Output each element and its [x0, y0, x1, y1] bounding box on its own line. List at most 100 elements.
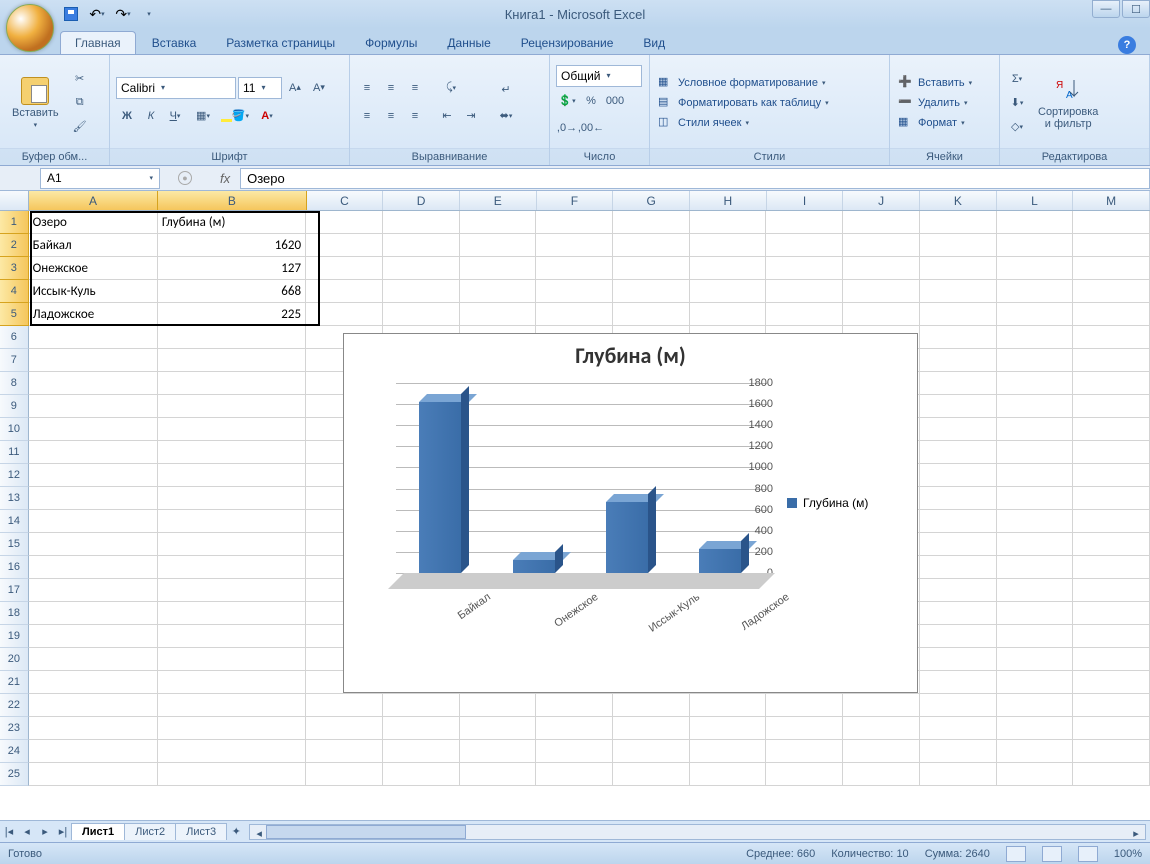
align-bottom-button[interactable]: ≡ [404, 77, 426, 99]
cell-E1[interactable] [460, 211, 537, 234]
new-sheet-button[interactable]: ✦ [227, 823, 245, 841]
cell-J2[interactable] [843, 234, 920, 257]
cell-A19[interactable] [29, 625, 158, 648]
cell-styles-button[interactable]: ◫Стили ячеек ▾ [656, 114, 831, 132]
cell-K8[interactable] [920, 372, 997, 395]
cell-B11[interactable] [158, 441, 306, 464]
cell-B14[interactable] [158, 510, 306, 533]
cell-A9[interactable] [29, 395, 158, 418]
cell-D23[interactable] [383, 717, 460, 740]
col-header-H[interactable]: H [690, 191, 767, 210]
cell-K10[interactable] [920, 418, 997, 441]
cell-A6[interactable] [29, 326, 158, 349]
cell-B22[interactable] [158, 694, 306, 717]
cell-F23[interactable] [536, 717, 613, 740]
merge-button[interactable]: ⬌▾ [492, 105, 520, 127]
cell-E22[interactable] [460, 694, 537, 717]
increase-font-button[interactable]: A▴ [284, 77, 306, 99]
cell-L5[interactable] [997, 303, 1074, 326]
cell-G4[interactable] [613, 280, 690, 303]
formula-bar[interactable]: Озеро [240, 168, 1150, 189]
cell-G25[interactable] [613, 763, 690, 786]
cell-M20[interactable] [1073, 648, 1150, 671]
align-middle-button[interactable]: ≡ [380, 77, 402, 99]
cell-C22[interactable] [306, 694, 383, 717]
align-top-button[interactable]: ≡ [356, 77, 378, 99]
row-header-15[interactable]: 15 [0, 533, 29, 556]
cell-K22[interactable] [920, 694, 997, 717]
cell-K16[interactable] [920, 556, 997, 579]
cell-J22[interactable] [843, 694, 920, 717]
number-format-select[interactable]: Общий▾ [556, 65, 642, 87]
cut-button[interactable]: ✂ [69, 68, 91, 90]
cell-K17[interactable] [920, 579, 997, 602]
save-button[interactable] [60, 3, 82, 25]
cell-M7[interactable] [1073, 349, 1150, 372]
cell-A11[interactable] [29, 441, 158, 464]
fill-color-button[interactable]: 🪣▾ [220, 105, 250, 127]
cell-B8[interactable] [158, 372, 306, 395]
cell-M21[interactable] [1073, 671, 1150, 694]
cell-E24[interactable] [460, 740, 537, 763]
cell-H24[interactable] [690, 740, 767, 763]
cell-C25[interactable] [306, 763, 383, 786]
cell-J5[interactable] [843, 303, 920, 326]
cell-L19[interactable] [997, 625, 1074, 648]
col-header-E[interactable]: E [460, 191, 537, 210]
cell-A24[interactable] [29, 740, 158, 763]
fill-button[interactable]: ⬇▾ [1006, 92, 1028, 114]
cell-G24[interactable] [613, 740, 690, 763]
row-header-19[interactable]: 19 [0, 625, 29, 648]
cell-M24[interactable] [1073, 740, 1150, 763]
row-header-12[interactable]: 12 [0, 464, 29, 487]
row-header-17[interactable]: 17 [0, 579, 29, 602]
cell-F2[interactable] [536, 234, 613, 257]
cell-B16[interactable] [158, 556, 306, 579]
cell-M3[interactable] [1073, 257, 1150, 280]
cell-F5[interactable] [536, 303, 613, 326]
cell-L2[interactable] [997, 234, 1074, 257]
cell-M6[interactable] [1073, 326, 1150, 349]
font-family-select[interactable]: Calibri▾ [116, 77, 236, 99]
cell-I3[interactable] [766, 257, 843, 280]
col-header-D[interactable]: D [383, 191, 460, 210]
cell-L7[interactable] [997, 349, 1074, 372]
col-header-C[interactable]: C [307, 191, 384, 210]
cell-D5[interactable] [383, 303, 460, 326]
cell-M14[interactable] [1073, 510, 1150, 533]
row-header-20[interactable]: 20 [0, 648, 29, 671]
sheet-nav-first[interactable]: |◂ [0, 823, 18, 841]
cell-L9[interactable] [997, 395, 1074, 418]
cell-C2[interactable] [306, 234, 383, 257]
cell-G23[interactable] [613, 717, 690, 740]
ribbon-tab-4[interactable]: Данные [433, 32, 504, 54]
cell-A21[interactable] [29, 671, 158, 694]
cell-K6[interactable] [920, 326, 997, 349]
cell-A3[interactable]: Онежское [29, 257, 158, 280]
increase-decimal-button[interactable]: ,0→ [556, 117, 578, 139]
delete-cells-button[interactable]: ➖Удалить ▾ [896, 94, 974, 112]
cell-C23[interactable] [306, 717, 383, 740]
cell-I24[interactable] [766, 740, 843, 763]
cell-K20[interactable] [920, 648, 997, 671]
col-header-K[interactable]: K [920, 191, 997, 210]
cell-J23[interactable] [843, 717, 920, 740]
cell-A4[interactable]: Иссык-Куль [29, 280, 158, 303]
cell-K4[interactable] [920, 280, 997, 303]
cell-A22[interactable] [29, 694, 158, 717]
cell-M13[interactable] [1073, 487, 1150, 510]
cell-B6[interactable] [158, 326, 306, 349]
cell-I23[interactable] [766, 717, 843, 740]
sheet-nav-next[interactable]: ▸ [36, 823, 54, 841]
cell-L16[interactable] [997, 556, 1074, 579]
cell-B25[interactable] [158, 763, 306, 786]
ribbon-tab-2[interactable]: Разметка страницы [212, 32, 349, 54]
sheet-nav-last[interactable]: ▸| [54, 823, 72, 841]
sheet-tab-1[interactable]: Лист2 [124, 823, 176, 840]
cell-A2[interactable]: Байкал [29, 234, 158, 257]
page-break-view-button[interactable] [1078, 846, 1098, 862]
cell-E4[interactable] [460, 280, 537, 303]
cell-A18[interactable] [29, 602, 158, 625]
cell-L11[interactable] [997, 441, 1074, 464]
cell-B21[interactable] [158, 671, 306, 694]
